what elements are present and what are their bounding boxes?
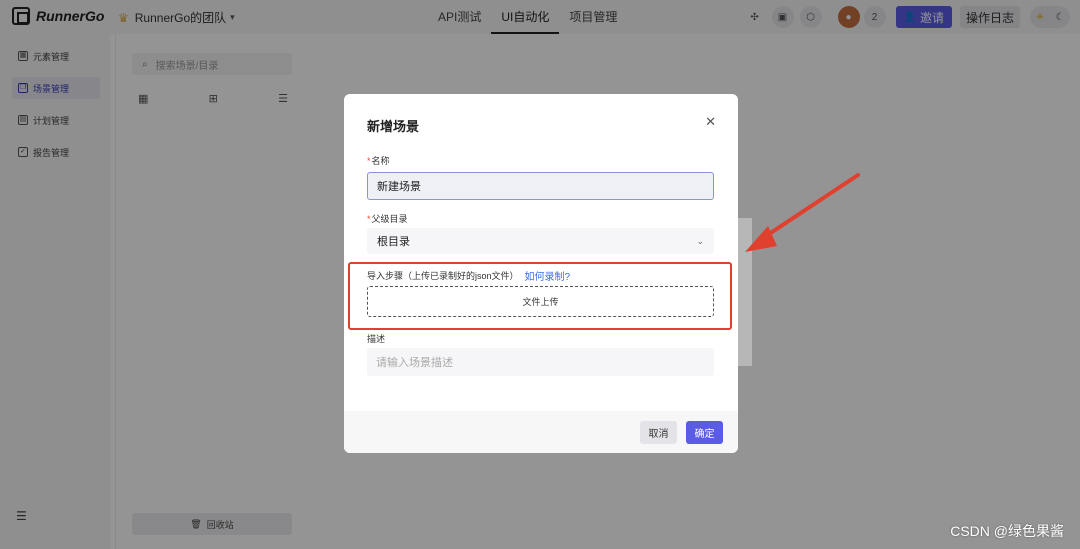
watermark: CSDN @绿色果酱	[950, 523, 1064, 539]
annotation-arrow	[745, 173, 860, 252]
